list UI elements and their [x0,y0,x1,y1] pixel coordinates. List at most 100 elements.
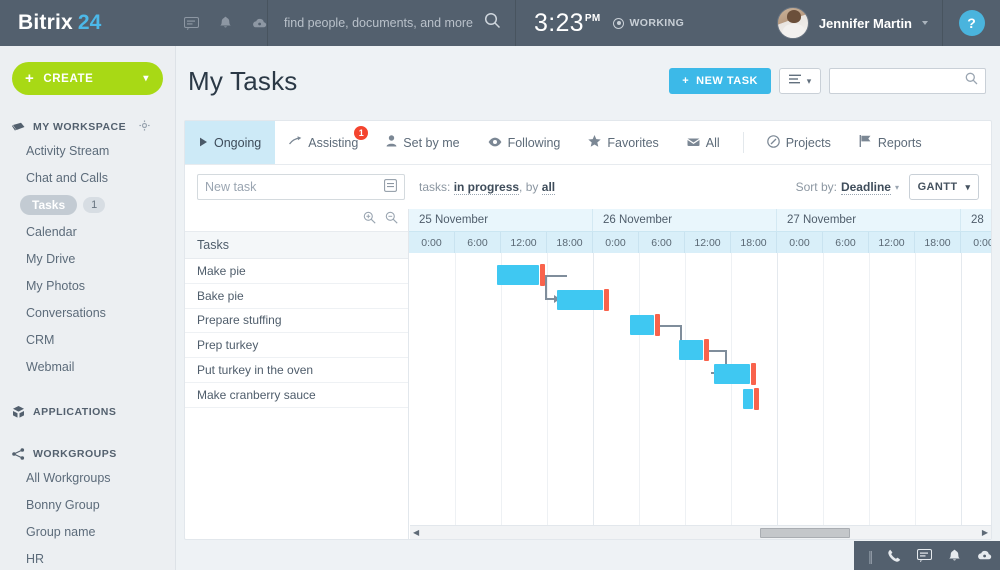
clock: 3:23PM [534,9,600,38]
tab-all[interactable]: All [673,121,734,164]
sidebar-item-conversations[interactable]: Conversations [0,299,175,326]
gantt-day-label: 27 November [777,209,961,231]
sidebar-section-my-workspace[interactable]: MY WORKSPACE [0,117,175,137]
sidebar-item-tasks[interactable]: Tasks 1 [0,191,175,218]
sidebar-item-webmail[interactable]: Webmail [0,353,175,380]
filter-by-value[interactable]: all [541,180,556,195]
gantt-button-label: GANTT [917,181,958,193]
list-icon[interactable] [384,179,397,195]
sort-control[interactable]: Sort by: Deadline ▾ [796,180,899,195]
gantt-hour-label: 18:00 [731,232,777,253]
gantt-bar[interactable] [557,289,609,311]
table-row[interactable]: Put turkey in the oven [185,358,408,383]
sidebar-item-crm[interactable]: CRM [0,326,175,353]
gantt-bar[interactable] [630,314,660,336]
table-row[interactable]: Make cranberry sauce [185,383,408,408]
status-label: WORKING [629,17,685,29]
sort-value[interactable]: Deadline [840,180,891,195]
tab-following[interactable]: Following [474,121,575,164]
sidebar-item-all-workgroups[interactable]: All Workgroups [0,464,175,491]
status-badge[interactable]: WORKING [613,17,684,29]
tab-reports[interactable]: Reports [845,121,936,164]
view-mode-button[interactable]: ▾ [779,68,821,94]
zoom-out-icon[interactable] [385,211,398,229]
avatar[interactable] [776,7,809,39]
sidebar-item-bonny-group[interactable]: Bonny Group [0,491,175,518]
scroll-right-arrow-icon[interactable]: ▶ [982,528,988,537]
table-row[interactable]: Bake pie [185,284,408,309]
deadline-marker [540,264,545,286]
gridline [501,253,502,527]
table-row[interactable]: Prep turkey [185,333,408,359]
help-button[interactable]: ? [958,10,985,36]
sidebar-item-my-photos[interactable]: My Photos [0,272,175,299]
gridline [869,253,870,527]
tab-set-by-me[interactable]: Set by me [372,121,473,164]
chevron-down-icon[interactable]: ▾ [807,76,812,87]
filter-status-value[interactable]: in progress [453,180,520,195]
new-task-button[interactable]: + NEW TASK [669,68,771,94]
gridline [455,253,456,527]
sidebar-item-chat-and-calls[interactable]: Chat and Calls [0,164,175,191]
gantt-view-button[interactable]: GANTT ▾ [909,174,979,200]
bell-icon[interactable] [219,16,232,30]
phone-icon[interactable] [887,549,901,563]
dependency-link [545,275,567,277]
star-icon [588,135,602,150]
chat-icon[interactable] [184,16,199,30]
chevron-down-icon[interactable]: ▾ [143,73,149,84]
user-menu[interactable]: Jennifer Martin [776,7,928,39]
zoom-in-icon[interactable] [363,211,376,229]
chevron-down-icon[interactable]: ▾ [965,182,970,193]
sidebar-item-my-drive[interactable]: My Drive [0,245,175,272]
chevron-down-icon[interactable]: ▾ [895,183,899,192]
task-search-input[interactable] [829,68,986,94]
scrollbar-thumb[interactable] [760,527,850,538]
tab-assisting[interactable]: Assisting 1 [275,121,372,164]
tab-favorites[interactable]: Favorites [574,121,672,164]
bell-icon[interactable] [948,549,961,563]
flag-icon [859,135,872,150]
top-navigation-bar: Bitrix 24 find people, documents, and mo… [0,0,1000,46]
gantt-hour-label: 0:00 [777,232,823,253]
gantt-hour-label: 6:00 [455,232,501,253]
horizontal-scrollbar[interactable]: ◀ ▶ [410,525,991,539]
chat-icon[interactable] [917,549,933,562]
chevron-down-icon[interactable] [922,21,928,25]
compass-icon [766,134,780,151]
tab-label: Following [507,135,561,150]
cloud-icon[interactable] [252,18,267,29]
drag-handle-icon[interactable]: || [868,548,873,564]
tab-label: Set by me [403,135,460,150]
plus-icon: + [25,70,35,87]
gantt-bar[interactable] [497,264,545,286]
sidebar-item-group-name[interactable]: Group name [0,518,175,545]
sidebar-item-label: Chat and Calls [26,170,108,185]
logo[interactable]: Bitrix 24 [0,11,180,35]
sidebar-item-calendar[interactable]: Calendar [0,218,175,245]
sidebar-section-workgroups[interactable]: WORKGROUPS [0,444,175,464]
new-task-input[interactable]: New task [197,174,405,200]
tab-ongoing[interactable]: Ongoing [185,121,276,164]
task-name: Prepare stuffing [197,313,282,328]
tab-projects[interactable]: Projects [753,121,845,164]
global-search[interactable]: find people, documents, and more [268,0,515,46]
task-name: Prep turkey [197,338,259,353]
create-button[interactable]: + CREATE ▾ [12,62,163,95]
sidebar-item-activity-stream[interactable]: Activity Stream [0,137,175,164]
table-row[interactable]: Prepare stuffing [185,309,408,334]
cloud-icon[interactable] [977,550,992,561]
sidebar-section-applications[interactable]: APPLICATIONS [0,402,175,422]
task-name: Bake pie [197,288,244,303]
table-row[interactable]: Make pie [185,259,408,284]
sidebar-item-label: Group name [26,524,96,539]
gantt-bar[interactable] [679,339,709,361]
gantt-bar[interactable] [714,363,756,385]
sidebar-item-hr[interactable]: HR [0,545,175,570]
gear-icon[interactable] [139,120,150,134]
gantt-bar[interactable] [743,388,759,410]
divider [742,132,744,153]
search-icon[interactable] [484,12,501,34]
scroll-left-arrow-icon[interactable]: ◀ [413,528,419,537]
deadline-marker [604,289,609,311]
